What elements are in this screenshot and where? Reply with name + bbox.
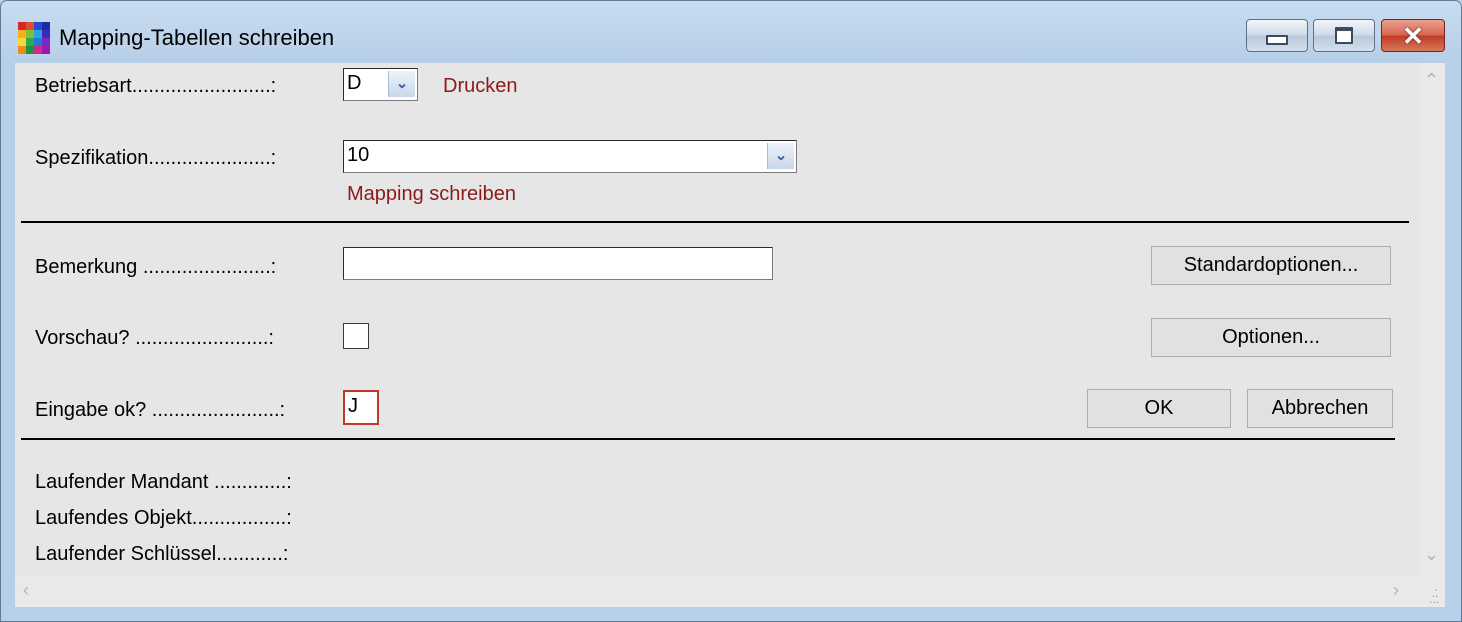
optionen-button[interactable]: Optionen...: [1151, 318, 1391, 357]
scroll-right-icon[interactable]: ›: [1393, 581, 1399, 599]
dialog-window: Mapping-Tabellen schreiben ✕ Betriebsart…: [0, 0, 1462, 622]
minimize-icon: [1266, 34, 1288, 45]
title-bar[interactable]: Mapping-Tabellen schreiben ✕: [1, 1, 1461, 63]
scroll-down-icon[interactable]: ⌄: [1424, 545, 1439, 563]
app-icon: [18, 22, 50, 54]
maximize-icon: [1335, 27, 1353, 44]
eingabe-ok-input[interactable]: J: [343, 390, 379, 425]
betriebsart-label: Betriebsart.........................:: [35, 75, 277, 97]
spezifikation-value: 10: [347, 144, 370, 166]
bemerkung-label: Bemerkung .......................:: [35, 256, 277, 278]
close-icon: ✕: [1402, 20, 1424, 51]
separator-bottom: [21, 438, 1395, 440]
minimize-button[interactable]: [1246, 19, 1308, 52]
ok-button[interactable]: OK: [1087, 389, 1231, 428]
laufender-schluessel-label: Laufender Schlüssel............:: [35, 543, 289, 565]
separator-top: [21, 221, 1409, 223]
spezifikation-description: Mapping schreiben: [347, 183, 516, 205]
vertical-scrollbar[interactable]: ⌃ ⌄: [1419, 63, 1445, 575]
maximize-button[interactable]: [1313, 19, 1375, 52]
standardoptionen-button[interactable]: Standardoptionen...: [1151, 246, 1391, 285]
close-button[interactable]: ✕: [1381, 19, 1445, 52]
scroll-up-icon[interactable]: ⌃: [1424, 71, 1439, 89]
abbrechen-button[interactable]: Abbrechen: [1247, 389, 1393, 428]
betriebsart-combo[interactable]: D ⌄: [343, 68, 418, 101]
chevron-down-icon[interactable]: ⌄: [388, 71, 415, 97]
resize-grip-icon[interactable]: · ·· ···: [1426, 583, 1440, 608]
scroll-left-icon[interactable]: ‹: [23, 581, 29, 599]
window-title: Mapping-Tabellen schreiben: [59, 25, 335, 50]
horizontal-scrollbar[interactable]: ‹ ›: [15, 575, 1419, 607]
eingabe-ok-label: Eingabe ok? .......................:: [35, 399, 286, 421]
bemerkung-input[interactable]: [343, 247, 773, 280]
spezifikation-combo[interactable]: 10 ⌄: [343, 140, 797, 173]
betriebsart-description: Drucken: [443, 75, 518, 97]
laufender-mandant-label: Laufender Mandant .............:: [35, 471, 292, 493]
laufendes-objekt-label: Laufendes Objekt.................:: [35, 507, 292, 529]
spezifikation-label: Spezifikation......................:: [35, 147, 277, 169]
vorschau-checkbox[interactable]: [343, 323, 369, 349]
form-area: Betriebsart.........................: D …: [15, 63, 1419, 575]
betriebsart-value: D: [347, 72, 362, 94]
vorschau-label: Vorschau? ........................:: [35, 327, 274, 349]
chevron-down-icon[interactable]: ⌄: [767, 143, 794, 169]
